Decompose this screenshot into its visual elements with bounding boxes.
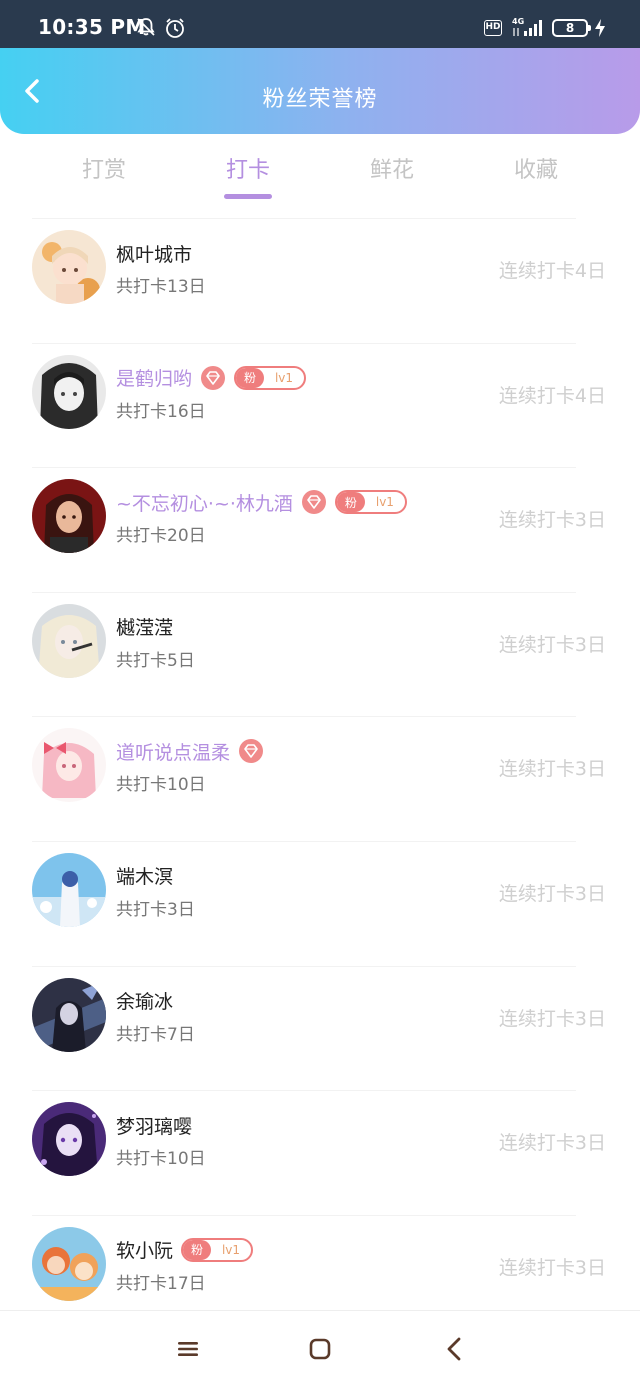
- streak-checkin: 连续打卡3日: [498, 1256, 606, 1279]
- avatar[interactable]: [32, 728, 106, 803]
- diamond-badge-icon: [239, 739, 264, 764]
- signal-icon: 4G: [512, 17, 542, 36]
- list-item[interactable]: 枫叶城市 共打卡13日 连续打卡4日: [0, 218, 640, 343]
- status-bar: 10:35 PM HD 4G 8: [0, 0, 640, 48]
- tab-flowers[interactable]: 鲜花: [332, 152, 452, 184]
- avatar[interactable]: [32, 479, 106, 554]
- alarm-icon: [166, 18, 184, 38]
- tab-favorites[interactable]: 收藏: [476, 152, 596, 184]
- avatar-pink-hair-girl-icon: [32, 728, 106, 803]
- streak-checkin: 连续打卡3日: [498, 633, 606, 656]
- tab-checkin[interactable]: 打卡: [188, 152, 308, 184]
- avatar[interactable]: [32, 852, 106, 927]
- total-checkin: 共打卡20日: [116, 526, 206, 547]
- streak-checkin: 连续打卡3日: [498, 509, 606, 532]
- streak-checkin: 连续打卡3日: [498, 758, 606, 781]
- fan-name[interactable]: 是鹤归哟: [116, 364, 192, 391]
- diamond-badge-icon: [301, 490, 326, 515]
- total-checkin: 共打卡16日: [116, 401, 206, 422]
- total-checkin: 共打卡10日: [116, 775, 206, 796]
- total-checkin: 共打卡5日: [116, 650, 195, 671]
- fan-name[interactable]: 软小阮: [116, 1236, 173, 1263]
- fan-name[interactable]: 余瑜冰: [116, 987, 173, 1014]
- status-time: 10:35 PM: [38, 15, 146, 39]
- active-tab-indicator: [224, 194, 272, 199]
- total-checkin: 共打卡17日: [116, 1273, 206, 1294]
- fan-name[interactable]: 枫叶城市: [116, 240, 192, 267]
- avatar[interactable]: [32, 230, 106, 304]
- list-item[interactable]: 余瑜冰 共打卡7日 连续打卡3日: [0, 965, 640, 1091]
- network-type: 4G: [512, 17, 524, 26]
- tab-reward[interactable]: 打赏: [44, 152, 164, 184]
- fan-badge-label: 粉: [236, 367, 265, 388]
- charging-icon: [595, 19, 605, 37]
- total-checkin: 共打卡13日: [116, 277, 206, 297]
- avatar[interactable]: [32, 354, 106, 429]
- menu-icon[interactable]: [176, 1339, 200, 1359]
- total-checkin: 共打卡10日: [116, 1149, 206, 1170]
- avatar-red-girl-icon: [32, 479, 106, 554]
- fan-badge-level: lv1: [221, 1242, 241, 1257]
- battery-icon: 8: [552, 19, 591, 37]
- system-nav-bar: [0, 1310, 640, 1387]
- streak-checkin: 连续打卡4日: [498, 384, 606, 407]
- avatar[interactable]: [32, 1226, 106, 1301]
- list-item[interactable]: 梦羽璃嘤 共打卡10日 连续打卡3日: [0, 1090, 640, 1215]
- fan-name[interactable]: 端木溟: [116, 862, 173, 889]
- fan-level-badge: 粉 lv1: [334, 490, 407, 515]
- tab-bar: 打赏 打卡 鲜花 收藏: [0, 134, 640, 218]
- fan-badge-label: 粉: [336, 492, 365, 513]
- fan-list: 枫叶城市 共打卡13日 连续打卡4日 是鹤归哟 粉 lv1 共打卡16日 连续打…: [0, 218, 640, 1339]
- streak-checkin: 连续打卡3日: [498, 1132, 606, 1155]
- avatar[interactable]: [32, 603, 106, 678]
- fan-badge-level: lv1: [375, 495, 394, 510]
- avatar-purple-girl-icon: [32, 1102, 106, 1177]
- avatar-dark-warrior-icon: [32, 977, 106, 1052]
- list-item[interactable]: 端木溟 共打卡3日 连续打卡3日: [0, 840, 640, 966]
- bell-off-icon: [137, 18, 155, 36]
- total-checkin: 共打卡3日: [116, 899, 195, 920]
- avatar-monochrome-girl-icon: [32, 354, 106, 429]
- fan-name[interactable]: ~不忘初心·~·林九酒: [116, 489, 293, 516]
- fan-name[interactable]: 道听说点温柔: [116, 738, 230, 765]
- streak-checkin: 连续打卡4日: [498, 260, 606, 282]
- nav-back-icon[interactable]: [442, 1336, 466, 1362]
- fan-level-badge: 粉 lv1: [181, 1237, 254, 1262]
- list-item[interactable]: ~不忘初心·~·林九酒 粉 lv1 共打卡20日 连续打卡3日: [0, 467, 640, 592]
- total-checkin: 共打卡7日: [116, 1024, 195, 1045]
- diamond-badge-icon: [201, 365, 226, 390]
- streak-checkin: 连续打卡3日: [498, 882, 606, 905]
- avatar-cartoon-kids-icon: [32, 1226, 106, 1301]
- fan-name[interactable]: 樾滢滢: [116, 613, 173, 640]
- fan-badge-level: lv1: [274, 370, 294, 385]
- avatar[interactable]: [32, 1102, 106, 1177]
- avatar-blue-sky-icon: [32, 852, 106, 927]
- list-item[interactable]: 樾滢滢 共打卡5日 连续打卡3日: [0, 591, 640, 717]
- list-item[interactable]: 是鹤归哟 粉 lv1 共打卡16日 连续打卡4日: [0, 342, 640, 468]
- fan-level-badge: 粉 lv1: [234, 365, 307, 390]
- list-item[interactable]: 道听说点温柔 共打卡10日 连续打卡3日: [0, 716, 640, 841]
- fan-badge-label: 粉: [183, 1239, 212, 1260]
- streak-checkin: 连续打卡3日: [498, 1007, 606, 1030]
- fan-name[interactable]: 梦羽璃嘤: [116, 1112, 192, 1139]
- avatar-blonde-girl-icon: [32, 603, 106, 678]
- top-app-bar: 粉丝荣誉榜: [0, 48, 640, 134]
- avatar-autumn-girl-icon: [32, 230, 106, 304]
- page-title: 粉丝荣誉榜: [262, 87, 378, 112]
- hd-icon: HD: [484, 20, 502, 36]
- home-icon[interactable]: [308, 1337, 332, 1361]
- avatar[interactable]: [32, 977, 106, 1052]
